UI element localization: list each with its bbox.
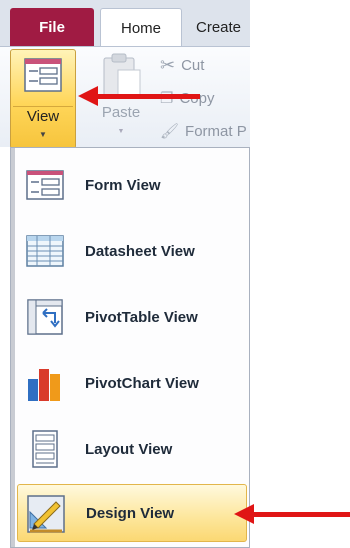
pivottable-view-icon <box>27 299 63 335</box>
menu-item-pivotchart-view[interactable]: PivotChart View <box>17 354 247 412</box>
format-painter-button[interactable]: 🖌 Format P <box>160 118 247 144</box>
paintbrush-icon: 🖌 <box>160 123 180 140</box>
form-view-icon <box>24 58 62 92</box>
arrow-head-left-icon <box>234 504 254 524</box>
view-dropdown-menu: Form View Datasheet View PivotTable View <box>10 147 250 548</box>
format-painter-label: Format P <box>185 122 247 140</box>
chevron-down-icon[interactable]: ▼ <box>11 130 75 139</box>
form-view-icon <box>26 170 64 200</box>
menu-gutter <box>11 148 15 547</box>
menu-item-datasheet-view[interactable]: Datasheet View <box>17 222 247 280</box>
menu-item-label: Design View <box>86 504 175 522</box>
menu-item-label: PivotTable View <box>85 308 198 326</box>
menu-item-label: PivotChart View <box>85 374 199 392</box>
tab-file[interactable]: File <box>10 8 94 46</box>
menu-item-pivottable-view[interactable]: PivotTable View <box>17 288 247 346</box>
cut-label: Cut <box>181 56 205 74</box>
paste-label: Paste <box>101 104 141 121</box>
annotation-arrow-design-view <box>234 504 350 524</box>
annotation-arrow-view <box>78 86 200 106</box>
arrow-head-left-icon <box>78 86 98 106</box>
layout-view-icon <box>32 430 58 468</box>
paste-button[interactable]: Paste ▼ <box>96 52 156 152</box>
tab-home[interactable]: Home <box>100 8 182 47</box>
menu-item-label: Layout View <box>85 440 173 458</box>
tab-create[interactable]: Create <box>196 8 250 46</box>
pivotchart-view-icon <box>28 369 60 401</box>
menu-item-form-view[interactable]: Form View <box>17 156 247 214</box>
scissors-icon: ✂ <box>160 54 176 75</box>
view-button-label: View <box>26 108 60 125</box>
menu-item-design-view[interactable]: Design View <box>17 484 247 542</box>
menu-item-layout-view[interactable]: Layout View <box>17 420 247 478</box>
menu-item-label: Datasheet View <box>85 242 195 260</box>
datasheet-view-icon <box>26 235 64 267</box>
design-view-icon <box>27 495 65 533</box>
view-button[interactable]: View ▼ <box>10 49 76 149</box>
chevron-down-icon: ▼ <box>117 128 125 135</box>
cut-button[interactable]: ✂ Cut <box>160 52 204 78</box>
menu-item-label: Form View <box>85 176 161 194</box>
view-button-divider <box>13 106 73 107</box>
